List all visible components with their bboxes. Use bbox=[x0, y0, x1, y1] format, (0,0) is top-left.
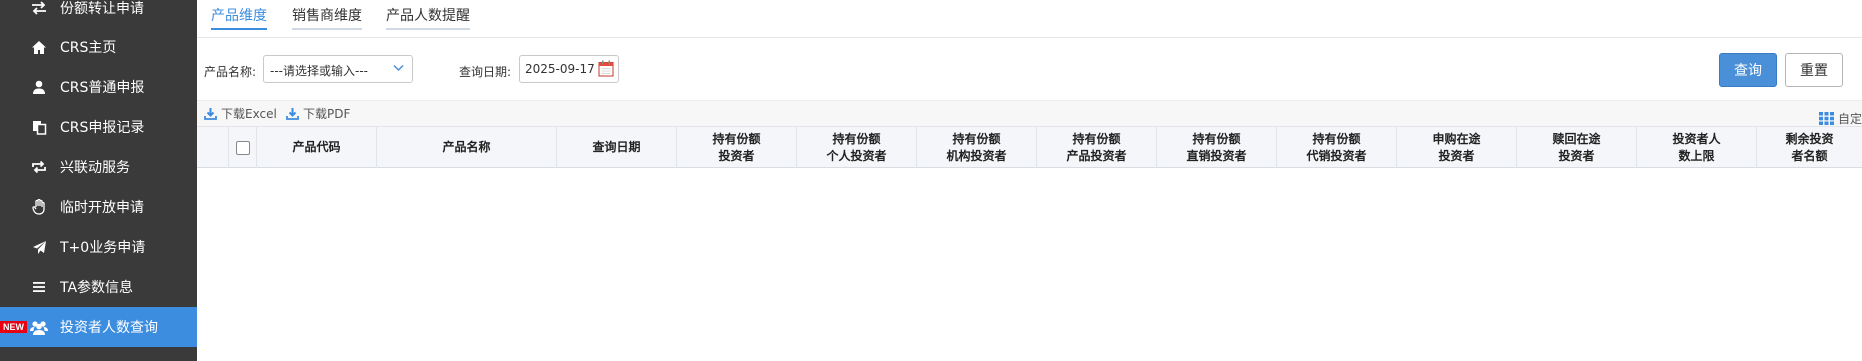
sidebar-item-label: 临时开放申请 bbox=[60, 200, 144, 216]
list-icon bbox=[30, 278, 48, 296]
select-all-checkbox[interactable] bbox=[235, 140, 250, 155]
send-icon bbox=[30, 238, 48, 256]
col-header-holding-product[interactable]: 持有份额 产品投资者 bbox=[1037, 127, 1157, 168]
sidebar-item-crs-declare[interactable]: CRS普通申报 bbox=[0, 67, 197, 107]
col-header-query-date[interactable]: 查询日期 bbox=[557, 127, 677, 168]
col-header-holding-individual[interactable]: 持有份额 个人投资者 bbox=[797, 127, 917, 168]
col-header-product-name[interactable]: 产品名称 bbox=[377, 127, 557, 168]
sidebar-item-investor-count[interactable]: NEW 投资者人数查询 bbox=[0, 307, 197, 347]
sidebar-item-crs-home[interactable]: CRS主页 bbox=[0, 27, 197, 67]
col-header-holding-investors[interactable]: 持有份额 投资者 bbox=[677, 127, 797, 168]
query-date-value: 2025-09-17 bbox=[525, 62, 595, 76]
table-header-checkbox-cell bbox=[229, 127, 257, 168]
sidebar: 份额转让申请 CRS主页 CRS普通申报 CRS申报记录 兴联动服务 临时开放申… bbox=[0, 0, 197, 361]
home-icon bbox=[30, 38, 48, 56]
col-header-product-code[interactable]: 产品代码 bbox=[257, 127, 377, 168]
calendar-icon[interactable] bbox=[598, 60, 614, 80]
tab-product[interactable]: 产品维度 bbox=[211, 5, 267, 30]
app: 份额转让申请 CRS主页 CRS普通申报 CRS申报记录 兴联动服务 临时开放申… bbox=[0, 0, 1862, 361]
sidebar-item-xing-link[interactable]: 兴联动服务 bbox=[0, 147, 197, 187]
main-content: 产品维度 销售商维度 产品人数提醒 产品名称: ---请选择或输入--- 查询日… bbox=[197, 0, 1862, 361]
product-select[interactable]: ---请选择或输入--- bbox=[263, 55, 413, 83]
sidebar-item-t0[interactable]: T+0业务申请 bbox=[0, 227, 197, 267]
query-date-label: 查询日期: bbox=[459, 65, 512, 79]
col-header-holding-direct[interactable]: 持有份额 直销投资者 bbox=[1157, 127, 1277, 168]
sidebar-item-label: TA参数信息 bbox=[60, 280, 134, 296]
grid-icon bbox=[1819, 112, 1834, 125]
sidebar-item-temp-open[interactable]: 临时开放申请 bbox=[0, 187, 197, 227]
product-select-placeholder: ---请选择或输入--- bbox=[270, 64, 368, 78]
chevron-down-icon bbox=[393, 62, 404, 76]
hand-icon bbox=[30, 198, 48, 216]
col-header-holding-institutional[interactable]: 持有份额 机构投资者 bbox=[917, 127, 1037, 168]
sidebar-item-share-transfer[interactable]: 份额转让申请 bbox=[0, 0, 197, 28]
tab-distributor[interactable]: 销售商维度 bbox=[292, 5, 362, 30]
col-header-investor-limit[interactable]: 投资者人 数上限 bbox=[1637, 127, 1757, 168]
col-header-redemption-pending[interactable]: 赎回在途 投资者 bbox=[1517, 127, 1637, 168]
download-icon bbox=[286, 108, 299, 120]
query-date-input[interactable]: 2025-09-17 bbox=[519, 55, 619, 83]
download-excel-label: 下载Excel bbox=[221, 107, 277, 121]
col-header-subscription-pending[interactable]: 申购在途 投资者 bbox=[1397, 127, 1517, 168]
document-copy-icon bbox=[30, 118, 48, 136]
product-name-label: 产品名称: bbox=[204, 65, 257, 79]
transfer-icon bbox=[30, 0, 48, 17]
sidebar-item-label: CRS主页 bbox=[60, 40, 117, 56]
sidebar-item-label: 份额转让申请 bbox=[60, 1, 144, 17]
filter-bar: 产品名称: ---请选择或输入--- 查询日期: 2025-09-17 查询 重… bbox=[197, 38, 1862, 100]
col-header-remaining-quota[interactable]: 剩余投资 者名额 bbox=[1757, 127, 1862, 168]
download-pdf-button[interactable]: 下载PDF bbox=[286, 105, 350, 122]
sidebar-item-label: T+0业务申请 bbox=[60, 240, 146, 256]
table-header: 产品代码 产品名称 查询日期 持有份额 投资者 持有份额 个人投资者 持有份额 机构投… bbox=[197, 126, 1862, 168]
new-badge: NEW bbox=[0, 321, 27, 333]
customize-columns-label: 自定 bbox=[1838, 112, 1862, 126]
table-toolbar: 下载Excel 下载PDF 自定 bbox=[197, 100, 1862, 126]
reset-button[interactable]: 重置 bbox=[1785, 53, 1843, 87]
sidebar-item-crs-records[interactable]: CRS申报记录 bbox=[0, 107, 197, 147]
sync-icon bbox=[30, 158, 48, 176]
tab-bar: 产品维度 销售商维度 产品人数提醒 bbox=[197, 0, 1862, 38]
user-icon bbox=[30, 78, 48, 96]
tab-product-count-alert[interactable]: 产品人数提醒 bbox=[386, 5, 470, 30]
download-icon bbox=[204, 108, 217, 120]
sidebar-item-label: CRS申报记录 bbox=[60, 120, 145, 136]
sidebar-item-ta-params[interactable]: TA参数信息 bbox=[0, 267, 197, 307]
sidebar-item-label: 投资者人数查询 bbox=[60, 320, 158, 336]
sidebar-item-label: CRS普通申报 bbox=[60, 80, 145, 96]
users-icon bbox=[30, 318, 48, 336]
sidebar-item-label: 兴联动服务 bbox=[60, 160, 130, 176]
download-excel-button[interactable]: 下载Excel bbox=[204, 105, 277, 122]
table-header-blank bbox=[197, 127, 229, 168]
query-button[interactable]: 查询 bbox=[1719, 53, 1777, 87]
col-header-holding-agency[interactable]: 持有份额 代销投资者 bbox=[1277, 127, 1397, 168]
customize-columns-button[interactable]: 自定 bbox=[1819, 110, 1862, 127]
download-pdf-label: 下载PDF bbox=[303, 107, 351, 121]
